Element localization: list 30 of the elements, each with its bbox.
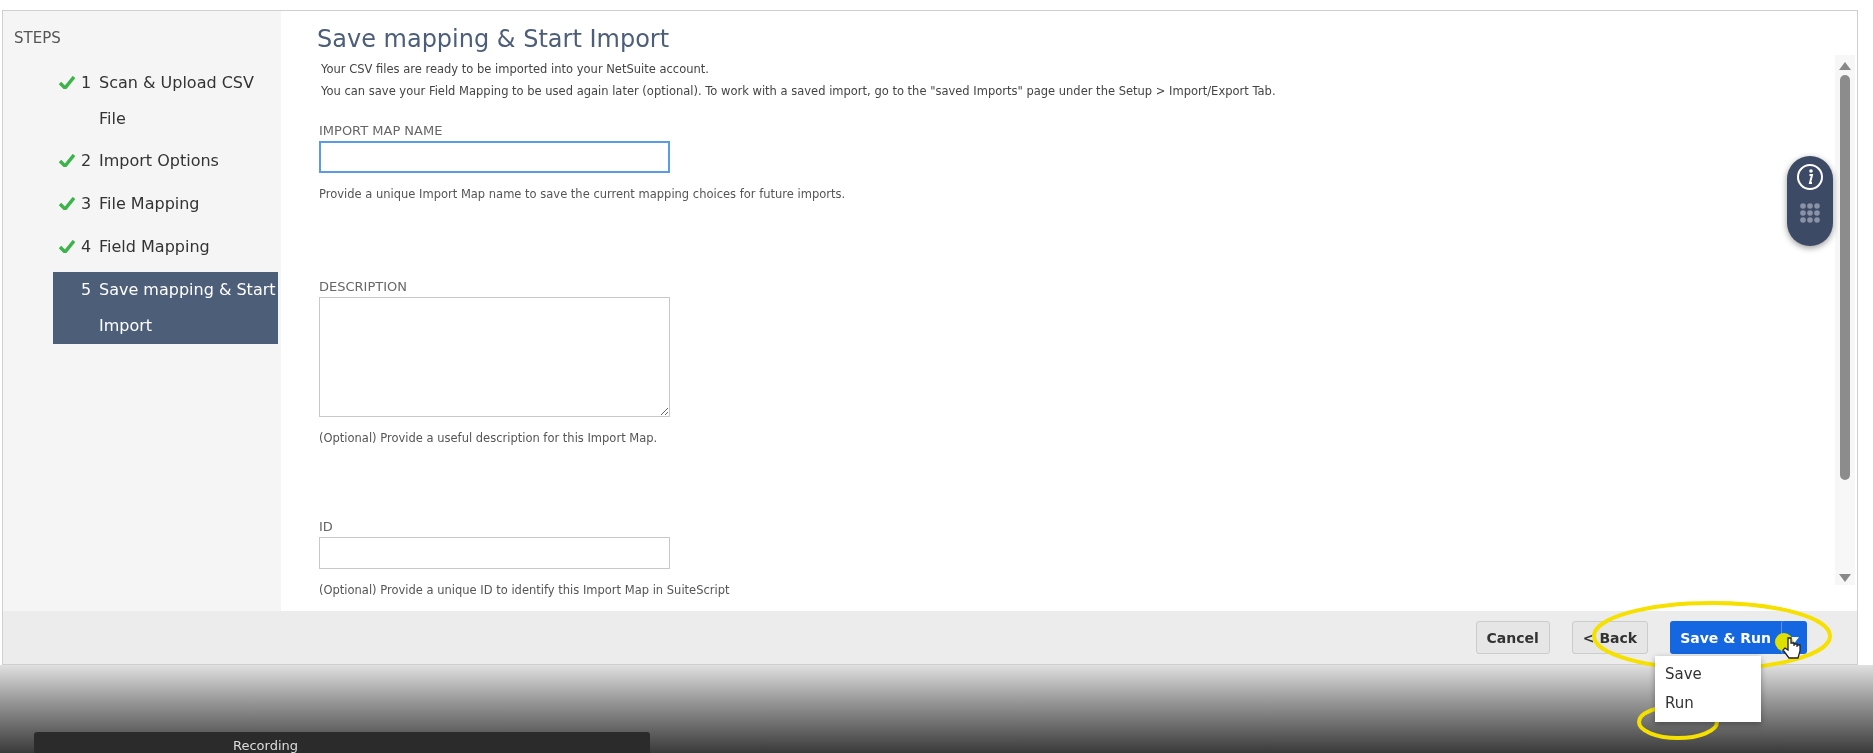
wizard-step[interactable]: 3 File Mapping [53,186,278,223]
field-label: ID [319,519,334,535]
intro-text: You can save your Field Mapping to be used again later (optional). To work with a saved import, go to the "saved Imports" page under the Setup > Import/Export Tab. [321,83,1276,100]
wizard-step[interactable]: 1 Scan & Upload CSV File [53,65,278,137]
steps-heading: STEPS [13,28,62,49]
grid-icon[interactable] [1800,203,1820,223]
help-text: Provide a unique Import Map name to save the current mapping choices for future imports. [319,187,847,201]
scrollbar[interactable] [1835,55,1855,585]
help-text: (Optional) Provide a useful description for this Import Map. [319,431,659,445]
description-field[interactable] [319,297,670,417]
footer-button[interactable]: < Back [1571,621,1649,654]
footer-button[interactable]: Cancel [1475,621,1550,654]
field-label: IMPORT MAP NAME [319,123,444,139]
help-widget[interactable] [1787,156,1833,246]
input-field[interactable] [319,141,670,173]
input-field[interactable] [319,537,670,569]
page-title: Save mapping & Start Import [317,24,671,55]
scroll-thumb[interactable] [1840,75,1850,480]
info-icon[interactable] [1796,163,1824,191]
wizard-step[interactable]: 4 Field Mapping [53,229,278,266]
scroll-up-icon[interactable] [1838,61,1852,71]
wizard-step[interactable]: 2 Import Options [53,143,278,180]
menu-item[interactable]: Run [1655,689,1761,718]
help-text: (Optional) Provide a unique ID to identify this Import Map in SuiteScript [319,583,731,597]
field-label: DESCRIPTION [319,279,408,295]
wizard-step[interactable]: 5 Save mapping & Start Import [53,272,278,344]
intro-text: Your CSV files are ready to be imported into your NetSuite account. [321,61,709,78]
recorder-label: Recording [233,738,299,753]
menu-item[interactable]: Save [1655,660,1761,689]
scroll-down-icon[interactable] [1838,573,1852,583]
